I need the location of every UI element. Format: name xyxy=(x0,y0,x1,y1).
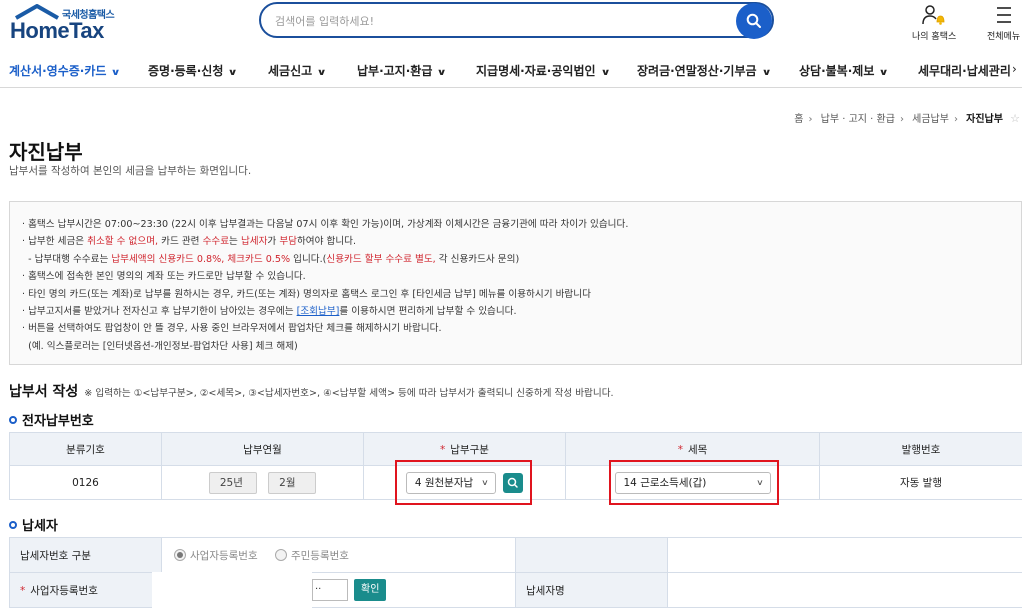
taxpayer-section-title: 납세자 xyxy=(9,515,58,534)
chevron-down-icon: ∨ xyxy=(227,68,239,78)
issue-number-value: 자동 발행 xyxy=(819,465,1022,500)
gnb-item-certificate[interactable]: 증명·등록·신청 ∨ xyxy=(148,62,239,79)
chevron-down-icon: ∨ xyxy=(436,68,448,78)
header: 국세청홈택스 HomeTax 나의 홈택스 전체메뉴 xyxy=(0,0,1022,52)
person-bell-icon xyxy=(922,5,945,25)
main-navigation: 계산서·영수증·카드 ∨ 증명·등록·신청 ∨ 세금신고 ∨ 납부·고지·환급 ∨ 지급… xyxy=(0,54,1022,88)
confirm-button[interactable]: 확인 xyxy=(354,579,387,601)
breadcrumb: 홈 › 납부 · 고지 · 환급 › 세금납부 › 자진납부 ☆ xyxy=(794,112,1020,125)
business-number-label: * 사업자등록번호 xyxy=(9,572,162,608)
chevron-down-icon: ∨ xyxy=(316,68,327,78)
gnb-item-incentive[interactable]: 장려금·연말정산·기부금 ∨ xyxy=(637,62,772,79)
gnb-item-payment[interactable]: 납부·고지·환급 ∨ xyxy=(357,62,448,79)
payment-year-field: 25년 xyxy=(208,471,257,494)
enum-section-title: 전자납부번호 xyxy=(9,410,94,429)
radio-business-label: 사업자등록번호 xyxy=(190,549,258,562)
highlight-box-payment-type xyxy=(395,460,532,505)
circle-bullet-icon xyxy=(9,416,17,424)
notice-line: · 홈택스 납부시간은 07:00~23:30 (22시 이후 납부결과는 다음… xyxy=(22,219,629,230)
gnb-item-agent[interactable]: 세무대리·납세관리 xyxy=(918,62,1011,79)
page-title: 자진납부 xyxy=(9,140,83,164)
notice-line: · 홈택스에 접속한 본인 명의의 계좌 또는 카드로만 납부할 수 있습니다. xyxy=(22,271,306,283)
header-issue-number: 발행번호 xyxy=(819,432,1022,466)
notice-line: · 납부한 세금은 취소할 수 없으며, 카드 관련 수수료는 납세자가 부담하… xyxy=(22,236,357,248)
empty-value-cell xyxy=(667,537,1022,573)
my-hometax-label: 나의 홈택스 xyxy=(912,32,957,42)
page-description: 납부서를 작성하여 본인의 세금을 납부하는 화면입니다. xyxy=(9,165,252,177)
header-classification-code: 분류기호 xyxy=(9,432,162,466)
search-icon xyxy=(746,13,761,28)
radio-resident-number[interactable] xyxy=(274,548,287,561)
favorite-star-icon[interactable]: ☆ xyxy=(1010,112,1020,125)
gnb-item-statements[interactable]: 지급명세·자료·공익법인 ∨ xyxy=(476,62,611,79)
chevron-down-icon: ∨ xyxy=(761,68,772,78)
radio-business-number[interactable] xyxy=(174,548,186,561)
payment-month-field: 2월 xyxy=(268,471,317,494)
logo-main-text: HomeTax xyxy=(10,18,104,43)
taxpayer-name-value xyxy=(667,572,1022,608)
search-input[interactable] xyxy=(275,11,715,31)
form-note: ※ 입력하는 ①<납부구분>, ②<세목>, ③<납세자번호>, ④<납부할 세… xyxy=(84,388,614,399)
search-box xyxy=(259,2,774,39)
gnb-item-tax-report[interactable]: 세금신고 ∨ xyxy=(268,62,327,79)
classification-code-value: 0126 xyxy=(9,465,162,500)
taxpayer-number-type-cell: 사업자등록번호 주민등록번호 xyxy=(161,537,516,573)
circle-bullet-icon xyxy=(9,521,17,529)
breadcrumb-tax-payment[interactable]: 세금납부 xyxy=(912,114,949,125)
highlight-box-tax-item xyxy=(609,460,779,505)
header-payment-month: 납부연월 xyxy=(161,432,364,466)
hometax-logo[interactable]: 국세청홈택스 HomeTax xyxy=(10,4,120,44)
notice-line: · 타인 명의 카드(또는 계좌)로 납부를 원하시는 경우, 카드(또는 계좌… xyxy=(22,288,591,300)
notice-line: - 납부대행 수수료는 납부세액의 신용카드 0.8%, 체크카드 0.5% 입… xyxy=(22,253,520,265)
my-hometax-button[interactable]: 나의 홈택스 xyxy=(912,4,956,42)
hamburger-icon xyxy=(996,7,1011,23)
gnb-item-invoice[interactable]: 계산서·영수증·카드 ∨ xyxy=(9,62,122,79)
chevron-down-icon: ∨ xyxy=(878,68,890,78)
notice-box: · 홈택스 납부시간은 07:00~23:30 (22시 이후 납부결과는 다음… xyxy=(9,201,1022,365)
business-number-input[interactable]: ·· xyxy=(312,579,348,601)
empty-header-cell xyxy=(515,537,668,573)
all-menu-button[interactable]: 전체메뉴 xyxy=(987,4,1020,42)
chevron-down-icon: ∨ xyxy=(600,68,611,78)
breadcrumb-current: 자진납부 xyxy=(966,114,1003,125)
inquiry-payment-link[interactable]: [조회납부] xyxy=(297,306,340,317)
chevron-down-icon: ∨ xyxy=(110,68,122,78)
form-section-title: 납부서 작성 ※ 입력하는 ①<납부구분>, ②<세목>, ③<납세자번호>, ④… xyxy=(9,384,614,400)
notice-line: (예. 익스플로러는 [인터넷옵션-개인정보-팝업차단 사용] 체크 해제) xyxy=(22,340,298,352)
gnb-item-consult[interactable]: 상담·불복·제보 ∨ xyxy=(799,62,890,79)
redacted-area xyxy=(152,572,312,608)
search-button[interactable] xyxy=(736,3,772,39)
breadcrumb-home[interactable]: 홈 xyxy=(794,114,803,125)
payment-month-cell: 25년 2월 xyxy=(161,465,364,500)
taxpayer-number-type-label: 납세자번호 구분 xyxy=(9,537,162,573)
gnb-scroll-right-icon[interactable]: › xyxy=(1012,62,1017,76)
all-menu-label: 전체메뉴 xyxy=(987,32,1021,42)
notice-line: · 납부고지서를 받았거나 전자신고 후 납부기한이 남아있는 경우에는 [조회… xyxy=(22,306,517,318)
notice-line: · 버튼을 선택하여도 팝업창이 안 뜰 경우, 사용 중인 브라우저에서 팝업… xyxy=(22,323,442,335)
radio-resident-label: 주민등록번호 xyxy=(290,549,349,562)
taxpayer-name-label: 납세자명 xyxy=(515,572,668,608)
breadcrumb-payment[interactable]: 납부 · 고지 · 환급 xyxy=(821,114,895,125)
